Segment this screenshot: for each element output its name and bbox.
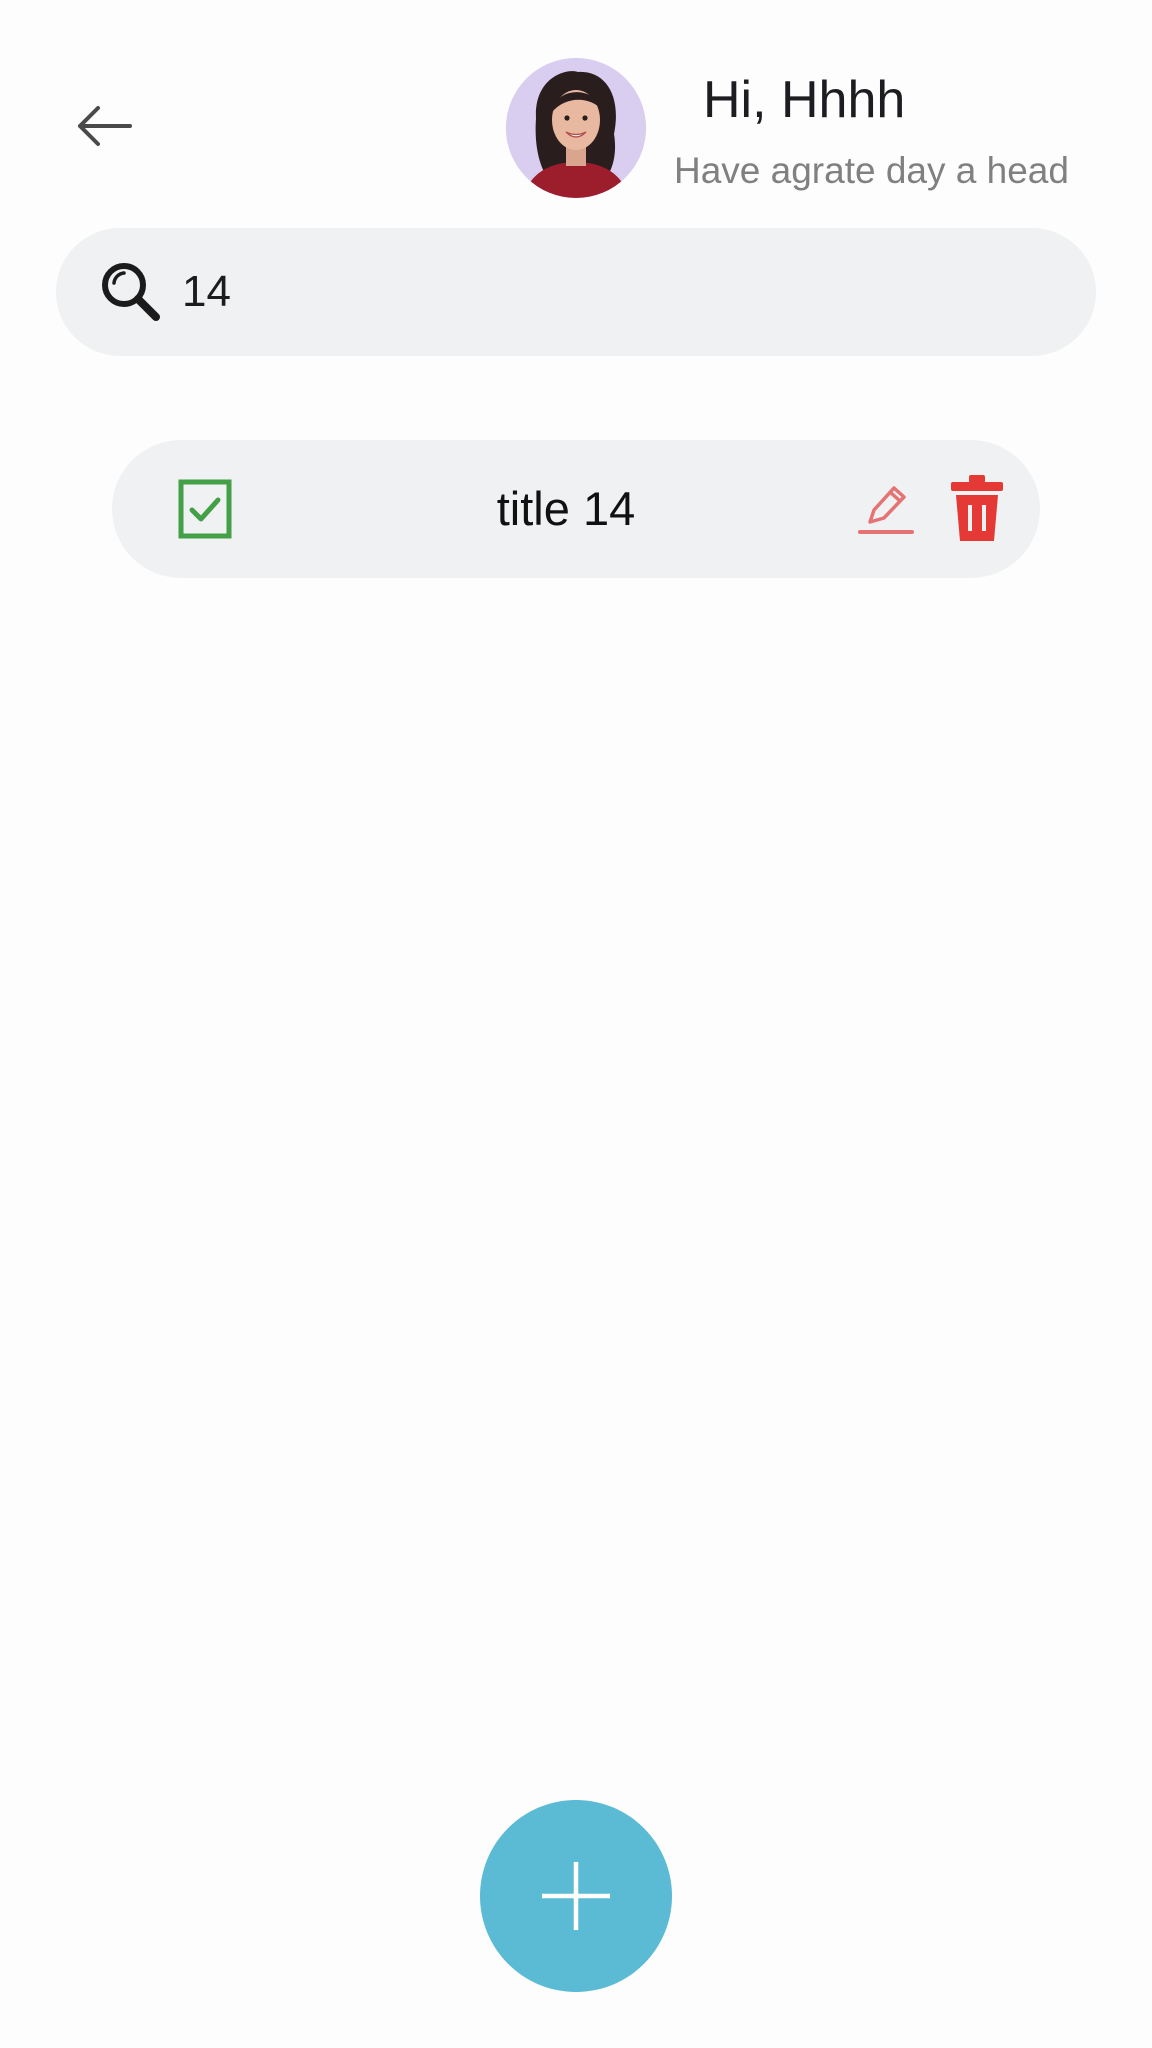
checkbox-checked-icon bbox=[178, 479, 232, 539]
todo-title: title 14 bbox=[496, 482, 636, 535]
back-button[interactable] bbox=[68, 96, 140, 156]
trash-icon bbox=[951, 475, 1003, 541]
todo-checkbox[interactable] bbox=[172, 476, 238, 542]
edit-button[interactable] bbox=[850, 472, 922, 544]
add-todo-button[interactable] bbox=[480, 1800, 672, 1992]
arrow-left-icon bbox=[78, 106, 132, 146]
search-icon bbox=[88, 249, 174, 335]
plus-icon bbox=[542, 1862, 610, 1930]
user-avatar-photo bbox=[506, 58, 646, 198]
greeting-title: Hi, Hhhh bbox=[703, 71, 906, 129]
todo-item: title 14 bbox=[112, 440, 1040, 578]
greeting-subtitle: Have agrate day a head bbox=[674, 150, 1069, 191]
pencil-edit-icon bbox=[858, 486, 914, 534]
avatar[interactable] bbox=[506, 58, 646, 198]
search-input[interactable] bbox=[182, 252, 1042, 332]
search-bar[interactable] bbox=[56, 228, 1096, 356]
delete-button[interactable] bbox=[944, 470, 1010, 546]
